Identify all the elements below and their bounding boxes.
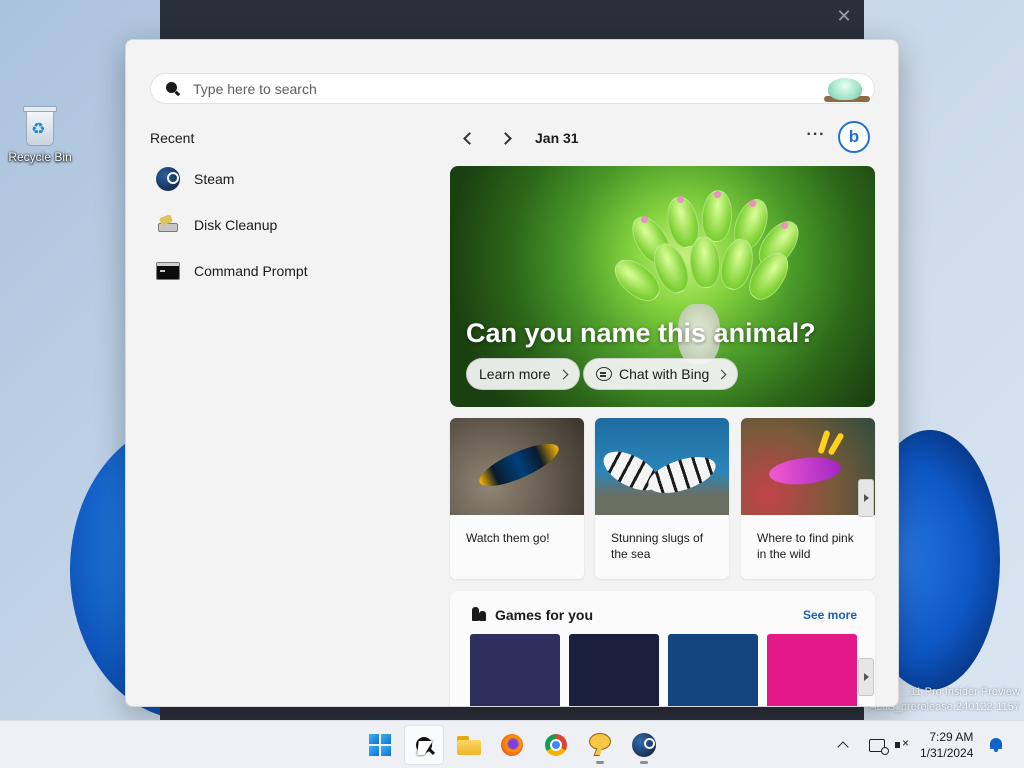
chevron-up-icon: [837, 741, 849, 753]
recent-heading: Recent: [150, 130, 195, 146]
search-input[interactable]: Type here to search: [193, 81, 317, 97]
network-icon: [869, 738, 889, 755]
steam-icon: [156, 167, 180, 191]
bing-button[interactable]: b: [838, 121, 870, 153]
chat-with-bing-label: Chat with Bing: [619, 366, 710, 382]
hero-title[interactable]: Can you name this animal?: [466, 318, 816, 349]
disk-cleanup-icon: [156, 213, 180, 237]
news-card-image: [595, 418, 729, 515]
firefox-icon: [501, 734, 523, 756]
recycle-bin-shortcut[interactable]: ♻ Recycle Bin: [8, 104, 72, 164]
bing-icon: b: [848, 127, 860, 146]
recent-item-label: Command Prompt: [194, 263, 308, 279]
file-explorer-button[interactable]: [449, 725, 489, 765]
hero-image-tip: [714, 191, 721, 198]
taskbar: 7:29 AM 1/31/2024: [0, 720, 1024, 768]
chevron-right-icon: [716, 369, 727, 379]
search-highlight-icon[interactable]: [824, 76, 870, 102]
chevron-right-icon: [558, 369, 569, 379]
recent-item-disk-cleanup[interactable]: Disk Cleanup: [156, 207, 426, 243]
chevron-right-icon: [863, 494, 869, 502]
clock-time: 7:29 AM: [929, 730, 974, 744]
recycle-bin-icon: ♻: [22, 104, 58, 146]
news-card-image: [741, 418, 875, 515]
command-prompt-icon: [156, 262, 180, 280]
chevron-right-icon: [863, 673, 869, 681]
clock-button[interactable]: 7:29 AM 1/31/2024: [920, 721, 973, 768]
recent-item-label: Steam: [194, 171, 235, 187]
news-card-caption: Watch them go!: [466, 531, 550, 545]
folder-icon: [457, 735, 481, 755]
chevron-right-icon: [498, 131, 512, 145]
games-title: Games for you: [495, 607, 594, 623]
news-card-caption: Stunning slugs of the sea: [611, 531, 704, 561]
hero-image-tip: [677, 196, 684, 203]
search-icon: [166, 82, 181, 96]
tips-button[interactable]: [580, 725, 620, 765]
close-icon[interactable]: ✕: [832, 4, 856, 28]
learn-more-label: Learn more: [479, 366, 551, 382]
windows-logo-icon: [369, 734, 391, 756]
chat-icon: [596, 367, 612, 381]
games-scroll-right-button[interactable]: [858, 658, 874, 696]
notifications-button[interactable]: [989, 721, 1003, 768]
bell-icon: [989, 738, 1003, 752]
news-card-image: [450, 418, 584, 515]
news-card-caption: Where to find pink in the wild: [757, 531, 854, 561]
steam-icon: [632, 733, 656, 757]
mouse-cursor: [417, 741, 433, 755]
cards-scroll-right-button[interactable]: [858, 479, 874, 517]
game-tile[interactable]: [668, 634, 758, 706]
game-tile[interactable]: [569, 634, 659, 706]
hero-image-tip: [641, 216, 648, 223]
recent-item-command-prompt[interactable]: Command Prompt: [156, 253, 426, 289]
hero-image-petal: [688, 235, 722, 289]
chrome-button[interactable]: [536, 725, 576, 765]
clock-date: 1/31/2024: [920, 746, 974, 760]
firefox-button[interactable]: [492, 725, 532, 765]
news-card-1[interactable]: Watch them go!: [450, 418, 584, 579]
tips-icon: [589, 733, 611, 757]
previous-day-button[interactable]: [457, 128, 477, 148]
chess-piece-icon: [471, 606, 487, 622]
learn-more-button[interactable]: Learn more: [466, 358, 580, 390]
news-card-3[interactable]: Where to find pink in the wild: [741, 418, 875, 579]
volume-button[interactable]: [895, 721, 909, 768]
volume-muted-icon: [895, 736, 909, 752]
chrome-icon: [545, 734, 567, 756]
see-more-link[interactable]: See more: [803, 608, 857, 622]
steam-taskbar-button[interactable]: [624, 725, 664, 765]
chat-with-bing-button[interactable]: Chat with Bing: [583, 358, 739, 390]
game-tile[interactable]: [767, 634, 857, 706]
games-widget: Games for you See more: [450, 591, 875, 706]
search-box[interactable]: Type here to search: [150, 73, 875, 104]
next-day-button[interactable]: [497, 128, 517, 148]
running-indicator: [640, 761, 648, 764]
recent-item-steam[interactable]: Steam: [156, 161, 426, 197]
chevron-left-icon: [462, 131, 476, 145]
recycle-bin-label: Recycle Bin: [8, 150, 72, 164]
game-tile[interactable]: [470, 634, 560, 706]
current-date: Jan 31: [535, 130, 579, 146]
hero-image-tip: [781, 222, 788, 229]
recent-item-label: Disk Cleanup: [194, 217, 278, 233]
news-card-2[interactable]: Stunning slugs of the sea: [595, 418, 729, 579]
widgets-panel: Type here to search Recent Steam Disk Cl…: [125, 39, 899, 707]
show-hidden-icons-button[interactable]: [837, 721, 849, 768]
hero-card[interactable]: Can you name this animal? Learn more Cha…: [450, 166, 875, 407]
more-options-button[interactable]: ···: [804, 126, 828, 146]
running-indicator: [596, 761, 604, 764]
watermark-line-1: 11 Pro Insider Preview: [910, 686, 1020, 698]
network-button[interactable]: [869, 721, 889, 768]
start-button[interactable]: [360, 725, 400, 765]
hero-image-tip: [749, 200, 756, 207]
